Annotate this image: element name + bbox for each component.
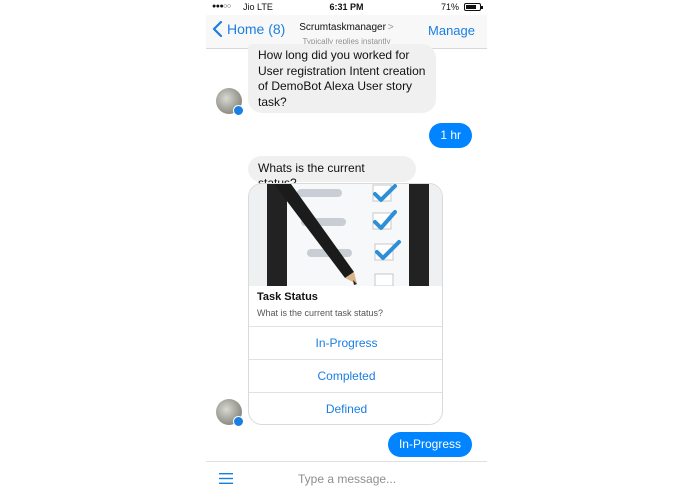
menu-icon[interactable] bbox=[219, 473, 233, 484]
user-message: 1 hr bbox=[429, 123, 472, 148]
chevron-right-icon: > bbox=[387, 22, 394, 33]
checklist-pencil-image bbox=[249, 184, 442, 286]
page-title: Scrumtaskmanager bbox=[299, 22, 386, 33]
option-in-progress-button[interactable]: In-Progress bbox=[249, 326, 442, 360]
status-bar: ●●●○○ Jio LTE 6:31 PM 71% bbox=[206, 0, 487, 15]
user-message: In-Progress bbox=[387, 432, 472, 457]
manage-button[interactable]: Manage bbox=[428, 23, 475, 38]
option-defined-button[interactable]: Defined bbox=[249, 392, 442, 424]
battery-icon bbox=[464, 3, 483, 11]
card-title: Task Status bbox=[257, 291, 318, 303]
message-input[interactable] bbox=[298, 469, 478, 489]
messenger-screen: ●●●○○ Jio LTE 6:31 PM 71% Home (8) Scrum… bbox=[206, 0, 487, 494]
bot-avatar[interactable] bbox=[216, 399, 244, 427]
bot-message: Whats is the current status? bbox=[248, 156, 416, 190]
messenger-badge-icon bbox=[233, 416, 244, 427]
composer-bar bbox=[206, 461, 487, 494]
task-status-card: Task Status What is the current task sta… bbox=[248, 183, 443, 425]
card-subtitle: What is the current task status? bbox=[257, 308, 384, 318]
option-completed-button[interactable]: Completed bbox=[249, 359, 442, 393]
bot-avatar[interactable] bbox=[216, 88, 244, 116]
messenger-badge-icon bbox=[233, 105, 244, 116]
battery-percent: 71% bbox=[440, 2, 459, 12]
bot-message: How long did you worked for User registr… bbox=[248, 44, 436, 113]
